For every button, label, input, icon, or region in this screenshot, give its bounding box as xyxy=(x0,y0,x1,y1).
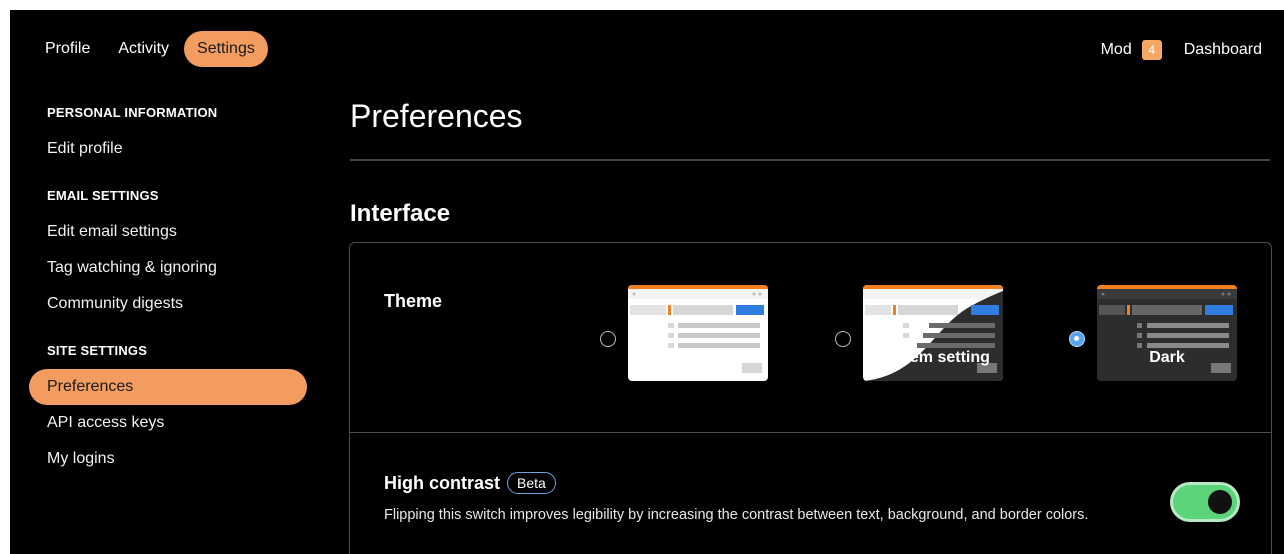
sidebar-section-title: EMAIL SETTINGS xyxy=(47,188,159,203)
interface-card: Theme Light System setting Dark High con… xyxy=(349,242,1272,554)
sidebar-section-title: PERSONAL INFORMATION xyxy=(47,105,218,120)
theme-label: Theme xyxy=(384,291,443,311)
beta-badge: Beta xyxy=(507,472,556,494)
theme-system-label: System setting xyxy=(876,349,990,366)
sidebar-item-my-logins[interactable]: My logins xyxy=(29,441,307,477)
sidebar-section-personal: PERSONAL INFORMATION Edit profile xyxy=(29,105,307,167)
card-divider xyxy=(350,432,1271,433)
sidebar-item-preferences[interactable]: Preferences xyxy=(29,369,307,405)
sidebar-item-edit-profile[interactable]: Edit profile xyxy=(29,131,307,167)
page-title: Preferences xyxy=(350,98,523,134)
sidebar-section-site: SITE SETTINGS Preferences API access key… xyxy=(29,343,307,477)
mod-count-badge[interactable]: 4 xyxy=(1141,40,1162,60)
theme-light-label: Light xyxy=(678,349,718,366)
toggle-knob xyxy=(1208,490,1232,514)
sidebar: PERSONAL INFORMATION Edit profile EMAIL … xyxy=(29,105,307,498)
theme-light-radio[interactable] xyxy=(600,331,616,347)
sidebar-item-edit-email-settings[interactable]: Edit email settings xyxy=(29,214,307,250)
theme-dark-radio[interactable] xyxy=(1069,331,1085,347)
sidebar-item-community-digests[interactable]: Community digests xyxy=(29,286,307,322)
theme-system-radio[interactable] xyxy=(835,331,851,347)
high-contrast-title: High contrast xyxy=(384,472,501,493)
top-tabs: Profile Activity Settings xyxy=(32,31,270,67)
high-contrast-description: Flipping this switch improves legibility… xyxy=(384,507,1089,523)
app-window: Profile Activity Settings Mod 4 Dashboar… xyxy=(10,10,1284,554)
tab-activity[interactable]: Activity xyxy=(105,31,182,67)
mod-link[interactable]: Mod xyxy=(1101,41,1132,59)
section-title: Interface xyxy=(350,200,451,227)
sidebar-item-api-access-keys[interactable]: API access keys xyxy=(29,405,307,441)
high-contrast-heading: High contrast Beta xyxy=(384,472,556,494)
theme-dark-label: Dark xyxy=(1149,349,1185,366)
tab-settings[interactable]: Settings xyxy=(184,31,268,67)
title-divider xyxy=(350,159,1270,161)
sidebar-section-title: SITE SETTINGS xyxy=(47,343,148,358)
dashboard-link[interactable]: Dashboard xyxy=(1184,41,1262,59)
high-contrast-toggle[interactable] xyxy=(1170,482,1240,522)
tab-profile[interactable]: Profile xyxy=(32,31,103,67)
top-right-nav: Mod 4 Dashboard xyxy=(1101,40,1262,60)
sidebar-section-email: EMAIL SETTINGS Edit email settings Tag w… xyxy=(29,188,307,322)
sidebar-item-tag-watching[interactable]: Tag watching & ignoring xyxy=(29,250,307,286)
